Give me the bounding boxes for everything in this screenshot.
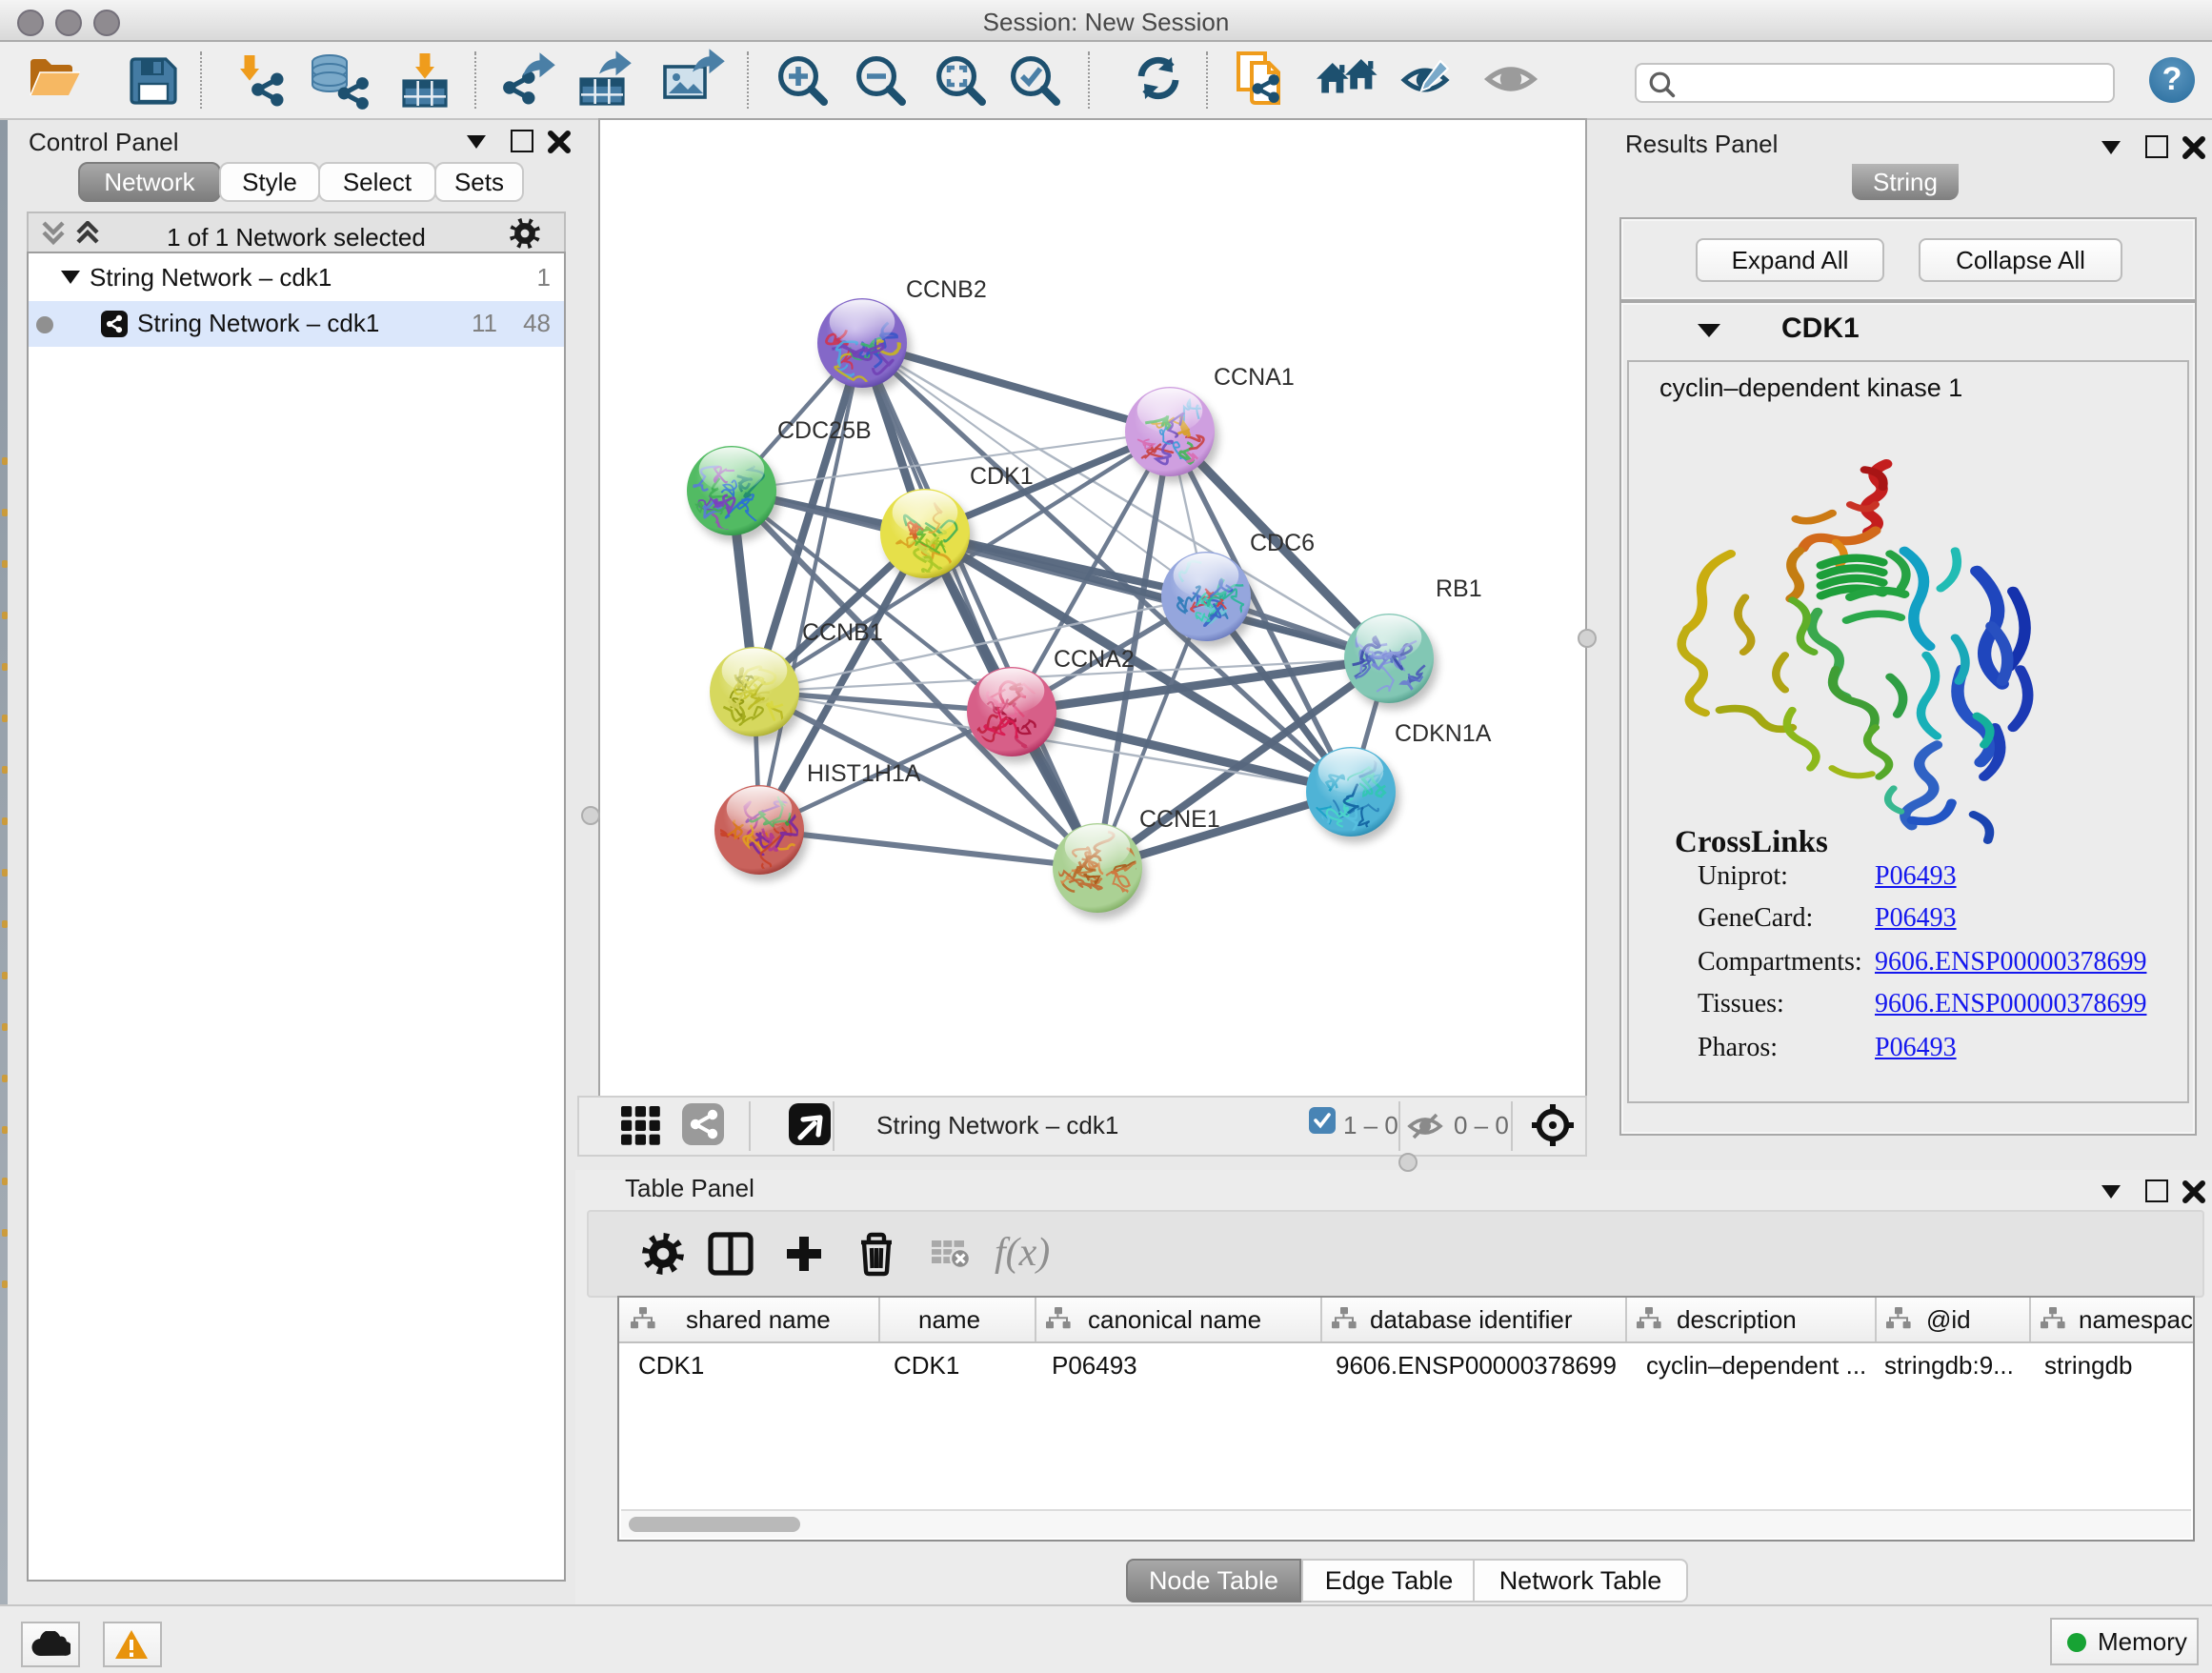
- svg-text:CDC25B: CDC25B: [777, 417, 872, 444]
- svg-text:CDK1: CDK1: [970, 463, 1034, 490]
- svg-text:HIST1H1A: HIST1H1A: [807, 760, 921, 787]
- svg-text:CCNA1: CCNA1: [1214, 364, 1295, 391]
- svg-text:CCNE1: CCNE1: [1139, 806, 1220, 833]
- svg-text:RB1: RB1: [1436, 575, 1482, 602]
- svg-text:CDKN1A: CDKN1A: [1395, 720, 1492, 747]
- svg-text:CCNA2: CCNA2: [1054, 646, 1135, 673]
- svg-text:CCNB2: CCNB2: [906, 276, 987, 303]
- svg-text:CCNB1: CCNB1: [802, 619, 883, 646]
- svg-text:CDC6: CDC6: [1250, 530, 1315, 556]
- svg-text:f(x): f(x): [995, 1231, 1050, 1275]
